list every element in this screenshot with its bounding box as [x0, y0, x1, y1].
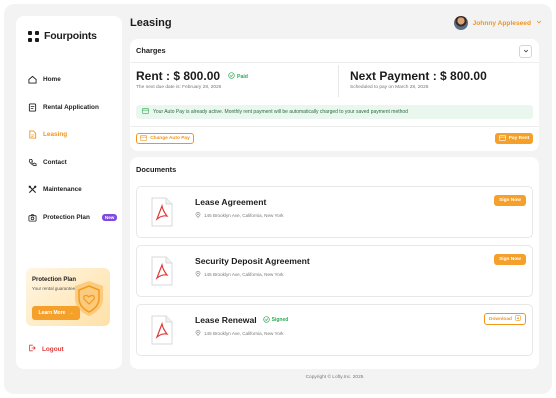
location-pin-icon: [195, 212, 201, 219]
tools-icon: [28, 185, 37, 194]
sign-now-button[interactable]: Sign Now: [494, 195, 526, 206]
user-name: Johnny Appleseed: [472, 19, 531, 27]
pdf-icon: [151, 197, 173, 227]
home-icon: [28, 75, 37, 84]
sidebar-item-label: Home: [43, 76, 61, 84]
document-address: 145 Brooklyn Ave, California, New York: [195, 212, 284, 219]
card-icon: [140, 134, 148, 143]
chevron-down-icon: [523, 48, 529, 56]
rent-amount: Rent : $ 800.00: [136, 69, 221, 83]
charges-card: Charges Rent : $ 800.00 Paid The next du…: [130, 39, 539, 151]
location-pin-icon: [195, 330, 201, 337]
autopay-text: Your Auto Pay is already active. Monthly…: [153, 109, 408, 115]
chevron-down-icon: [536, 19, 542, 27]
paid-label: Paid: [237, 73, 248, 80]
sidebar-item-protection-plan[interactable]: Protection Plan New: [28, 204, 118, 232]
document-title-text: Security Deposit Agreement: [195, 256, 310, 266]
download-icon: [515, 315, 521, 323]
document-item-security-deposit[interactable]: Security Deposit Agreement 145 Brooklyn …: [136, 245, 533, 297]
logout-button[interactable]: Logout: [28, 344, 64, 354]
change-autopay-label: Change Auto Pay: [150, 136, 190, 141]
document-address: 145 Brooklyn Ave, California, New York: [195, 330, 284, 337]
divider: [130, 62, 539, 63]
document-title-text: Lease Agreement: [195, 197, 267, 207]
sidebar-item-label: Rental Application: [43, 103, 99, 111]
logout-icon: [28, 344, 36, 354]
document-item-lease-renewal[interactable]: Lease Renewal Signed 145 Brooklyn Ave, C…: [136, 304, 533, 356]
phone-icon: [28, 158, 37, 167]
sidebar-item-label: Maintenance: [43, 186, 82, 194]
sidebar-item-rental-application[interactable]: Rental Application: [28, 94, 118, 122]
document-address: 145 Brooklyn Ave, California, New York: [195, 271, 284, 278]
scheduled-date: Scheduled to pay on March 28, 2026: [350, 85, 429, 90]
document-title: Lease Renewal Signed: [195, 315, 288, 325]
learn-more-label: Learn More: [38, 310, 66, 316]
pdf-icon: [151, 256, 173, 286]
download-label: Download: [489, 316, 512, 322]
new-badge: New: [101, 213, 118, 221]
divider: [338, 65, 339, 97]
signed-status: Signed: [262, 315, 289, 325]
sidebar-item-label: Protection Plan: [43, 213, 90, 221]
divider: [130, 126, 539, 127]
protection-plan-promo: Protection Plan Your rental guarantee Le…: [26, 268, 110, 326]
sign-now-button[interactable]: Sign Now: [494, 254, 526, 265]
autopay-notice: Your Auto Pay is already active. Monthly…: [136, 105, 533, 119]
documents-card: Documents Lease Agreement 145 Brooklyn A…: [130, 157, 539, 369]
sidebar-item-contact[interactable]: Contact: [28, 149, 118, 177]
documents-title: Documents: [136, 165, 177, 174]
check-circle-icon: [262, 315, 270, 325]
due-date: The next due date is: February 28, 2026: [136, 85, 222, 90]
sidebar-item-label: Leasing: [43, 131, 68, 139]
logo-icon: [28, 30, 39, 42]
next-payment-amount: Next Payment : $ 800.00: [350, 69, 487, 83]
sidebar-item-home[interactable]: Home: [28, 66, 118, 94]
pay-rent-button[interactable]: Pay Rent: [495, 133, 533, 144]
document-icon: [28, 103, 37, 112]
signed-label: Signed: [271, 317, 289, 323]
card-icon: [498, 134, 506, 143]
brand-logo[interactable]: Fourpoints: [28, 30, 97, 42]
paid-status: Paid: [228, 72, 248, 81]
document-address-text: 145 Brooklyn Ave, California, New York: [204, 331, 284, 336]
footer-copyright: Copyright © Lofty.Inc. 2025: [305, 375, 364, 380]
change-autopay-button[interactable]: Change Auto Pay: [136, 133, 194, 144]
sidebar-item-label: Contact: [43, 158, 67, 166]
check-circle-icon: [228, 72, 235, 81]
brand-name: Fourpoints: [44, 30, 97, 42]
card-icon: [142, 108, 149, 116]
promo-subtitle: Your rental guarantee: [32, 286, 76, 291]
document-item-lease-agreement[interactable]: Lease Agreement 145 Brooklyn Ave, Califo…: [136, 186, 533, 238]
logout-label: Logout: [42, 345, 64, 353]
camera-icon: [28, 213, 37, 222]
avatar: [453, 16, 468, 30]
document-title: Security Deposit Agreement: [195, 256, 310, 266]
page-title: Leasing: [130, 17, 172, 29]
user-menu[interactable]: Johnny Appleseed: [453, 16, 542, 30]
pay-rent-label: Pay Rent: [508, 136, 530, 141]
sidebar-nav: Home Rental Application Leasing Contact …: [28, 66, 118, 231]
document-address-text: 145 Brooklyn Ave, California, New York: [204, 272, 284, 277]
sidebar-item-leasing[interactable]: Leasing: [28, 121, 118, 149]
sidebar-item-maintenance[interactable]: Maintenance: [28, 176, 118, 204]
location-pin-icon: [195, 271, 201, 278]
file-icon: [28, 130, 37, 139]
download-button[interactable]: Download: [484, 313, 526, 325]
collapse-button[interactable]: [519, 45, 532, 58]
promo-title: Protection Plan: [32, 277, 77, 283]
document-title-text: Lease Renewal: [195, 315, 257, 325]
pdf-icon: [151, 315, 173, 345]
document-address-text: 145 Brooklyn Ave, California, New York: [204, 213, 284, 218]
charges-title: Charges: [136, 46, 166, 55]
document-title: Lease Agreement: [195, 197, 266, 207]
shield-icon: [75, 281, 103, 316]
